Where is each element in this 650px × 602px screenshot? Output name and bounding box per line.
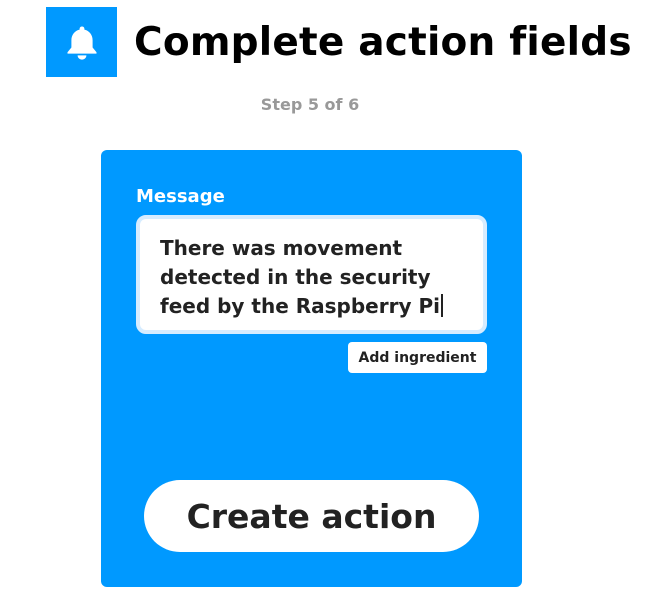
message-field-text: There was movement detected in the secur… bbox=[160, 236, 440, 318]
add-ingredient-button[interactable]: Add ingredient bbox=[348, 342, 487, 373]
step-indicator: Step 5 of 6 bbox=[260, 95, 360, 114]
message-field-label: Message bbox=[136, 186, 225, 207]
message-field[interactable]: There was movement detected in the secur… bbox=[136, 215, 487, 334]
bell-icon bbox=[67, 26, 96, 60]
page-title: Complete action fields bbox=[134, 20, 632, 65]
action-fields-card: Message There was movement detected in t… bbox=[101, 150, 522, 587]
create-action-button[interactable]: Create action bbox=[144, 480, 479, 552]
service-badge bbox=[46, 7, 117, 77]
text-caret bbox=[441, 294, 443, 317]
page: Complete action fields Step 5 of 6 Messa… bbox=[0, 0, 650, 602]
